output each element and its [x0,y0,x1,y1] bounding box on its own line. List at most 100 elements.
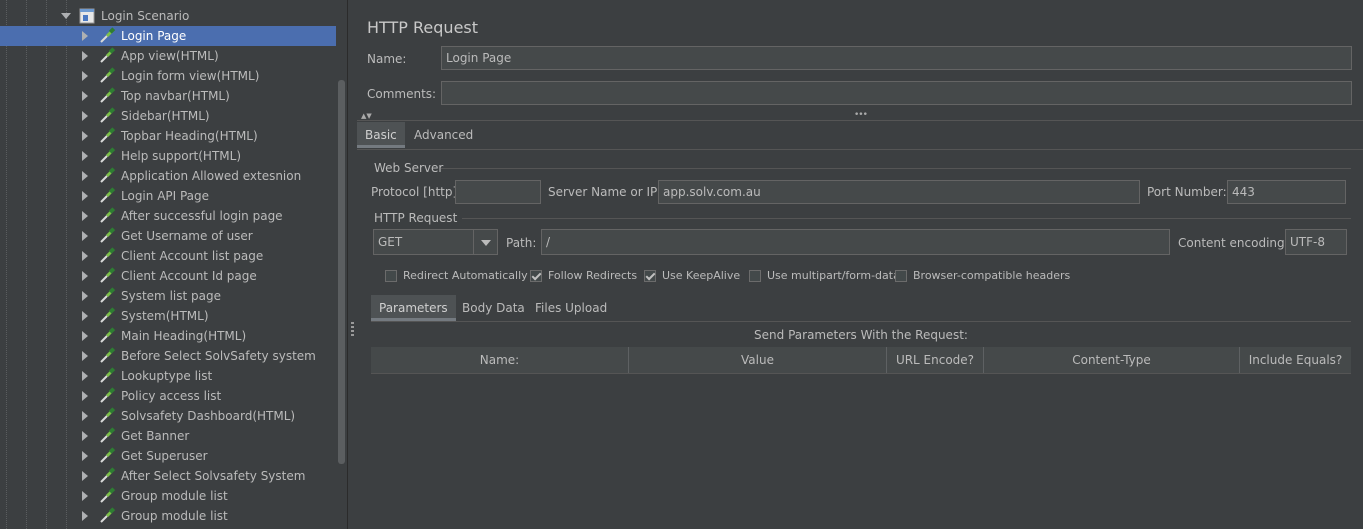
tree-item[interactable]: System(HTML) [0,306,336,326]
expand-arrow-icon[interactable] [82,411,88,421]
tab-basic[interactable]: Basic [357,122,405,148]
expand-arrow-icon[interactable] [82,131,88,141]
tree-item[interactable]: Solvsafety Dashboard(HTML) [0,406,336,426]
expand-arrow-icon[interactable] [82,311,88,321]
tab-body-data[interactable]: Body Data [454,295,533,321]
sampler-pipette-icon [98,27,116,45]
sampler-pipette-icon [98,67,116,85]
tree-item[interactable]: Login API Page [0,186,336,206]
tree-item[interactable]: System list page [0,286,336,306]
tree-item[interactable]: App view(HTML) [0,46,336,66]
tree-root-login-scenario[interactable]: Login Scenario [0,6,336,26]
expand-arrow-icon[interactable] [82,31,88,41]
use-keepalive-checkbox[interactable] [644,270,656,282]
divider [357,149,1363,150]
drag-dots-icon[interactable]: ••• [854,110,868,120]
tree-item[interactable]: Help support(HTML) [0,146,336,166]
expand-arrow-icon[interactable] [82,171,88,181]
protocol-label: Protocol [http]: [371,185,462,199]
expand-arrow-icon[interactable] [82,511,88,521]
content-encoding-field[interactable] [1285,229,1347,255]
sampler-pipette-icon [98,207,116,225]
collapse-arrows-icon[interactable]: ▲▼ [361,112,372,120]
tree-item[interactable]: Login form view(HTML) [0,66,336,86]
tree-item[interactable]: Client Account Id page [0,266,336,286]
tree-item-label: Main Heading(HTML) [121,329,247,343]
expand-arrow-icon[interactable] [82,291,88,301]
expand-arrow-icon[interactable] [82,391,88,401]
expand-arrow-icon[interactable] [82,331,88,341]
expand-arrow-icon[interactable] [82,431,88,441]
expand-arrow-icon[interactable] [82,351,88,361]
web-server-section-label: Web Server [374,161,444,175]
tree-item[interactable]: Before Select SolvSafety system [0,346,336,366]
redirect-automatically-checkbox[interactable] [385,270,397,282]
expand-arrow-icon[interactable] [82,371,88,381]
tree-item[interactable]: Group module list [0,486,336,506]
expand-arrow-icon[interactable] [82,111,88,121]
tree-item[interactable]: Group module list [0,506,336,526]
test-plan-tree: Login Scenario Login Page App view(HTML) L… [0,0,347,529]
sampler-pipette-icon [98,447,116,465]
tab-advanced[interactable]: Advanced [406,122,481,148]
tree-item-label: Client Account Id page [121,269,257,283]
expand-arrow-icon[interactable] [82,451,88,461]
tree-item[interactable]: Login Page [0,26,336,46]
name-label: Name: [367,52,407,66]
sampler-pipette-icon [98,287,116,305]
expand-arrow-icon[interactable] [82,231,88,241]
expand-arrow-icon[interactable] [82,151,88,161]
tree-item[interactable]: Get Superuser [0,446,336,466]
tree-item-label: System(HTML) [121,309,209,323]
splitter-grip-icon[interactable] [351,322,354,336]
column-header-value[interactable]: Value [629,347,887,373]
tree-item[interactable]: Main Heading(HTML) [0,326,336,346]
chevron-down-icon[interactable] [473,230,497,254]
follow-redirects-checkbox[interactable] [530,270,542,282]
expand-arrow-icon[interactable] [82,491,88,501]
expand-arrow-icon[interactable] [82,211,88,221]
tree-item[interactable]: Client Account list page [0,246,336,266]
tree-scrollbar[interactable] [338,80,345,464]
port-number-field[interactable] [1227,180,1346,204]
column-header-name[interactable]: Name: [371,347,629,373]
tree-item[interactable]: Sidebar(HTML) [0,106,336,126]
protocol-field[interactable] [455,180,541,204]
expand-arrow-icon[interactable] [82,471,88,481]
tree-item[interactable]: Top navbar(HTML) [0,86,336,106]
expand-arrow-icon[interactable] [82,251,88,261]
path-field[interactable] [541,229,1170,255]
tree-item-label: Lookuptype list [121,369,213,383]
tree-item[interactable]: Application Allowed extesnion [0,166,336,186]
column-header-include-equals[interactable]: Include Equals? [1240,347,1351,373]
use-multipart-checkbox[interactable] [749,270,761,282]
tree-item-label: Top navbar(HTML) [121,89,230,103]
sampler-pipette-icon [98,387,116,405]
tree-item-label: Before Select SolvSafety system [121,349,316,363]
name-field[interactable] [441,46,1352,70]
expand-arrow-icon[interactable] [82,71,88,81]
tree-item[interactable]: After successful login page [0,206,336,226]
sampler-pipette-icon [98,167,116,185]
parameters-caption: Send Parameters With the Request: [754,328,968,342]
expand-down-icon[interactable] [61,13,71,19]
tree-item[interactable]: Get Username of user [0,226,336,246]
tree-item[interactable]: After Select Solvsafety System [0,466,336,486]
split-pane-divider[interactable] [347,0,357,529]
column-header-content-type[interactable]: Content-Type [984,347,1240,373]
browser-compatible-headers-checkbox[interactable] [895,270,907,282]
expand-arrow-icon[interactable] [82,191,88,201]
expand-arrow-icon[interactable] [82,91,88,101]
server-name-field[interactable] [658,180,1140,204]
expand-arrow-icon[interactable] [82,271,88,281]
tree-item[interactable]: Get Banner [0,426,336,446]
comments-field[interactable] [441,81,1352,105]
column-header-url-encode[interactable]: URL Encode? [887,347,984,373]
expand-arrow-icon[interactable] [82,51,88,61]
tree-item[interactable]: Lookuptype list [0,366,336,386]
method-select[interactable]: GET [373,229,498,255]
tree-item[interactable]: Topbar Heading(HTML) [0,126,336,146]
tree-item[interactable]: Policy access list [0,386,336,406]
tab-files-upload[interactable]: Files Upload [527,295,615,321]
tab-parameters[interactable]: Parameters [371,295,456,321]
